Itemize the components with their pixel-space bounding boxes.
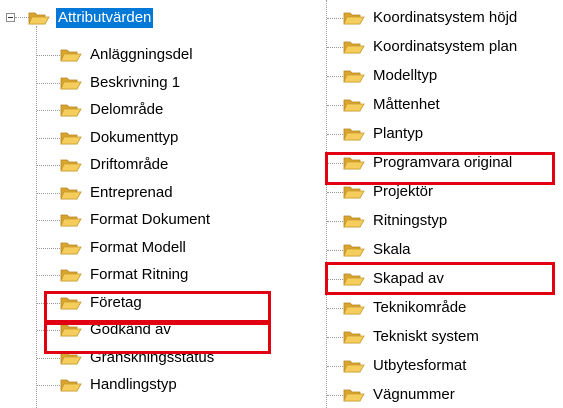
tree-node-label: Plantyp bbox=[373, 125, 424, 142]
tree-root-label: Attributvärden bbox=[56, 8, 154, 28]
tree-node-beskrivning-1[interactable]: Beskrivning 1 bbox=[60, 70, 182, 96]
tree-node-label: Format Ritning bbox=[90, 266, 189, 283]
tree-node-label: Koordinatsystem plan bbox=[373, 38, 518, 55]
tree-node-tekniskt-system[interactable]: Tekniskt system bbox=[343, 324, 481, 350]
folder-icon bbox=[343, 126, 365, 142]
tree-node-koordinatsystem-plan[interactable]: Koordinatsystem plan bbox=[343, 34, 519, 60]
tree-line-branch bbox=[37, 192, 60, 194]
tree-node-plantyp[interactable]: Plantyp bbox=[343, 121, 425, 147]
folder-icon bbox=[343, 213, 365, 229]
tree-node-label: Teknikområde bbox=[373, 299, 467, 316]
tree-node-format-ritning[interactable]: Format Ritning bbox=[60, 262, 190, 288]
tree-line-branch bbox=[327, 192, 343, 193]
folder-icon bbox=[60, 157, 82, 173]
tree-line-branch bbox=[327, 337, 343, 338]
folder-icon bbox=[60, 377, 82, 393]
tree-line-branch bbox=[37, 247, 60, 249]
folder-open-icon bbox=[28, 10, 50, 26]
highlight-box-skapad-av bbox=[325, 262, 555, 295]
tree-line-branch bbox=[327, 395, 343, 396]
tree-line-branch bbox=[37, 137, 60, 139]
highlight-box-programvara-original bbox=[325, 152, 555, 185]
tree-line-branch bbox=[327, 47, 343, 48]
tree-line-branch bbox=[327, 18, 343, 19]
tree-node-utbytesformat[interactable]: Utbytesformat bbox=[343, 353, 468, 379]
tree-node-label: Vägnummer bbox=[373, 386, 455, 403]
tree-node-label: Skala bbox=[373, 241, 411, 258]
highlight-box-godkand-av bbox=[44, 322, 271, 354]
tree-node-mattenhet[interactable]: Måttenhet bbox=[343, 92, 442, 118]
tree-line-branch bbox=[327, 308, 343, 309]
tree-node-label: Koordinatsystem höjd bbox=[373, 9, 518, 26]
tree-node-label: Anläggningsdel bbox=[90, 46, 193, 63]
tree-node-handlingstyp[interactable]: Handlingstyp bbox=[60, 372, 179, 398]
folder-icon bbox=[60, 102, 82, 118]
tree-node-label: Entreprenad bbox=[90, 183, 173, 201]
tree-node-ritningstyp[interactable]: Ritningstyp bbox=[343, 208, 449, 234]
tree-line-branch bbox=[327, 134, 343, 135]
tree-node-label: Driftområde bbox=[90, 156, 169, 173]
tree-node-format-modell[interactable]: Format Modell bbox=[60, 235, 188, 261]
folder-icon bbox=[60, 267, 82, 283]
folder-icon bbox=[60, 212, 82, 228]
tree-node-label: Tekniskt system bbox=[373, 328, 479, 345]
tree-line-branch bbox=[37, 220, 60, 221]
folder-icon bbox=[343, 300, 365, 316]
tree-node-label: Delområde bbox=[90, 101, 164, 118]
folder-icon bbox=[343, 358, 365, 374]
tree-node-label: Dokumenttyp bbox=[90, 128, 179, 146]
tree-node-dokumenttyp[interactable]: Dokumenttyp bbox=[60, 125, 180, 151]
collapse-minus-icon[interactable] bbox=[6, 13, 15, 22]
tree-line-branch bbox=[327, 221, 343, 222]
folder-icon bbox=[60, 75, 82, 91]
folder-icon bbox=[343, 329, 365, 345]
tree-root-node[interactable]: Attributvärden bbox=[28, 5, 154, 31]
tree-node-modelltyp[interactable]: Modelltyp bbox=[343, 63, 439, 89]
tree-node-koordinatsystem-hojd[interactable]: Koordinatsystem höjd bbox=[343, 5, 519, 31]
tree-line-branch bbox=[37, 55, 60, 56]
tree-node-teknikomrade[interactable]: Teknikområde bbox=[343, 295, 468, 321]
tree-node-label: Handlingstyp bbox=[90, 376, 177, 393]
highlight-box-foretag bbox=[44, 291, 271, 323]
tree-node-format-dokument[interactable]: Format Dokument bbox=[60, 207, 212, 233]
tree-node-label: Måttenhet bbox=[373, 96, 440, 113]
tree-node-label: Beskrivning 1 bbox=[90, 73, 181, 91]
tree-node-label: Projektör bbox=[373, 183, 434, 200]
tree-line-branch bbox=[327, 250, 343, 251]
folder-icon bbox=[343, 184, 365, 200]
tree-line-branch bbox=[327, 105, 343, 106]
tree-node-label: Format Dokument bbox=[90, 211, 211, 228]
tree-node-label: Modelltyp bbox=[373, 67, 438, 84]
folder-icon bbox=[343, 242, 365, 258]
folder-icon bbox=[343, 68, 365, 84]
folder-icon bbox=[343, 10, 365, 26]
tree-node-label: Utbytesformat bbox=[373, 357, 467, 374]
tree-line-branch bbox=[37, 275, 60, 276]
tree-line-branch bbox=[327, 76, 343, 77]
tree-line-branch bbox=[37, 357, 60, 359]
tree-line-branch bbox=[37, 110, 60, 111]
folder-icon bbox=[60, 130, 82, 146]
tree-line-root bbox=[15, 17, 29, 18]
tree-node-delomrade[interactable]: Delområde bbox=[60, 97, 165, 123]
folder-icon bbox=[60, 47, 82, 63]
folder-icon bbox=[343, 39, 365, 55]
tree-node-vagnummer[interactable]: Vägnummer bbox=[343, 382, 457, 408]
folder-icon bbox=[60, 240, 82, 256]
folder-icon bbox=[343, 97, 365, 113]
folder-icon bbox=[343, 387, 365, 403]
tree-line-branch bbox=[37, 165, 60, 166]
tree-node-skala[interactable]: Skala bbox=[343, 237, 413, 263]
tree-node-label: Ritningstyp bbox=[373, 212, 448, 229]
tree-line-branch bbox=[37, 385, 60, 386]
tree-line-right bbox=[326, 0, 327, 408]
tree-node-anlaggningsdel[interactable]: Anläggningsdel bbox=[60, 42, 195, 68]
tree-line-branch bbox=[37, 82, 60, 84]
tree-node-label: Format Modell bbox=[90, 238, 186, 256]
tree-node-entreprenad[interactable]: Entreprenad bbox=[60, 180, 175, 206]
tree-node-driftomrade[interactable]: Driftområde bbox=[60, 152, 170, 178]
tree-line-branch bbox=[327, 366, 343, 367]
attribute-tree: Attributvärden Anläggningsdel Beskrivning… bbox=[0, 0, 563, 408]
folder-icon bbox=[60, 185, 82, 201]
